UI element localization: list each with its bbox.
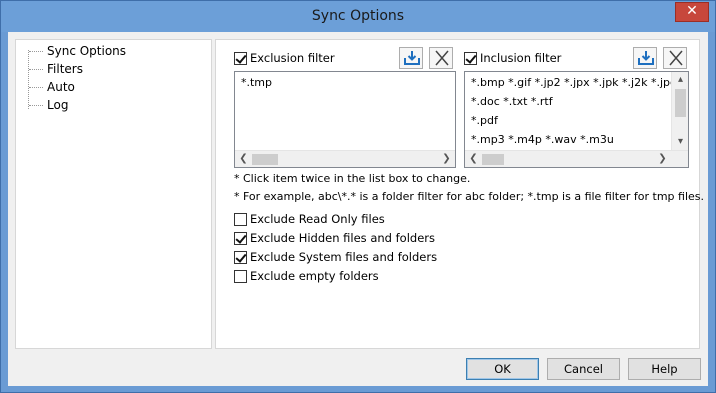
ok-button[interactable]: OK <box>466 358 539 380</box>
list-item[interactable]: *.doc *.txt *.rtf <box>471 95 553 108</box>
inclusion-filter-label: Inclusion filter <box>480 51 562 65</box>
option-label: Exclude Read Only files <box>250 212 385 226</box>
option-exclude-empty-folders[interactable]: Exclude empty folders <box>234 269 379 283</box>
scroll-thumb[interactable] <box>482 154 504 165</box>
inclusion-filter-checkbox[interactable] <box>464 51 477 65</box>
window: Sync Options ✕ Sync Options Filters Auto… <box>0 0 716 393</box>
exclusion-import-button[interactable] <box>399 47 423 69</box>
import-icon <box>404 51 420 65</box>
tree-item-label: Log <box>47 98 69 112</box>
option-label: Exclude Hidden files and folders <box>250 231 435 245</box>
exclusion-clear-button[interactable] <box>429 47 453 69</box>
close-icon: ✕ <box>686 3 698 19</box>
exclusion-filter-label: Exclusion filter <box>250 51 335 65</box>
option-label: Exclude empty folders <box>250 269 379 283</box>
inclusion-import-button[interactable] <box>633 47 657 69</box>
list-item[interactable]: *.mp3 *.m4p *.wav *.m3u <box>471 133 614 146</box>
dialog-client: Sync Options Filters Auto Log Exclusion … <box>8 32 708 386</box>
scroll-right-icon[interactable]: ❯ <box>654 151 671 167</box>
help-button[interactable]: Help <box>628 358 701 380</box>
option-exclude-read-only[interactable]: Exclude Read Only files <box>234 212 385 226</box>
filters-panel: Exclusion filter *.tmp ❮ ❯ Inclusion fil… <box>215 39 704 349</box>
window-title: Sync Options <box>311 8 405 24</box>
list-item[interactable]: *.bmp *.gif *.jp2 *.jpx *.jpk *.j2k *.jp… <box>471 76 688 89</box>
option-checkbox[interactable] <box>234 250 247 264</box>
example-text: * For example, abc\*.* is a folder filte… <box>234 190 705 203</box>
scroll-left-icon[interactable]: ❮ <box>465 151 482 167</box>
tree-item-sync-options[interactable]: Sync Options <box>29 42 128 60</box>
scroll-down-icon[interactable]: ▾ <box>672 134 688 151</box>
tree-connector <box>29 86 43 88</box>
scroll-up-icon[interactable]: ▴ <box>672 72 688 89</box>
scroll-left-icon[interactable]: ❮ <box>235 151 252 167</box>
tree-item-log[interactable]: Log <box>29 96 70 114</box>
close-button[interactable]: ✕ <box>675 2 709 22</box>
tree-item-label: Sync Options <box>47 44 127 58</box>
tree-item-filters[interactable]: Filters <box>29 60 85 78</box>
list-item[interactable]: *.pdf <box>471 114 498 127</box>
inclusion-vscrollbar[interactable]: ▴ ▾ <box>671 72 688 151</box>
import-icon <box>638 51 654 65</box>
tree-connector <box>29 50 43 52</box>
clear-icon <box>669 50 683 66</box>
cancel-button[interactable]: Cancel <box>547 358 620 380</box>
option-exclude-system[interactable]: Exclude System files and folders <box>234 250 437 264</box>
option-exclude-hidden[interactable]: Exclude Hidden files and folders <box>234 231 435 245</box>
option-checkbox[interactable] <box>234 212 247 226</box>
options-tree: Sync Options Filters Auto Log <box>15 39 212 349</box>
option-checkbox[interactable] <box>234 269 247 283</box>
tree-item-label: Filters <box>45 61 85 77</box>
inclusion-filter-toggle[interactable]: Inclusion filter <box>464 51 561 65</box>
option-checkbox[interactable] <box>234 231 247 245</box>
option-label: Exclude System files and folders <box>250 250 438 264</box>
scroll-right-icon[interactable]: ❯ <box>438 151 455 167</box>
scroll-thumb[interactable] <box>675 89 686 117</box>
title-bar[interactable]: Sync Options ✕ <box>1 1 715 32</box>
inclusion-list[interactable]: *.bmp *.gif *.jp2 *.jpx *.jpk *.j2k *.jp… <box>464 71 689 168</box>
exclusion-filter-toggle[interactable]: Exclusion filter <box>234 51 335 65</box>
scroll-thumb[interactable] <box>252 154 278 165</box>
exclusion-hscrollbar[interactable]: ❮ ❯ <box>235 150 455 167</box>
inclusion-hscrollbar[interactable]: ❮ ❯ <box>465 150 688 167</box>
clear-icon <box>435 50 449 66</box>
tree-item-auto[interactable]: Auto <box>29 78 77 96</box>
tree-item-label: Auto <box>47 80 75 94</box>
hint-text: * Click item twice in the list box to ch… <box>234 172 471 185</box>
exclusion-list[interactable]: *.tmp ❮ ❯ <box>234 71 456 168</box>
exclusion-filter-checkbox[interactable] <box>234 51 247 65</box>
tree-connector <box>29 104 43 106</box>
tree-connector <box>29 68 43 70</box>
list-item[interactable]: *.tmp <box>241 76 272 89</box>
inclusion-clear-button[interactable] <box>663 47 687 69</box>
